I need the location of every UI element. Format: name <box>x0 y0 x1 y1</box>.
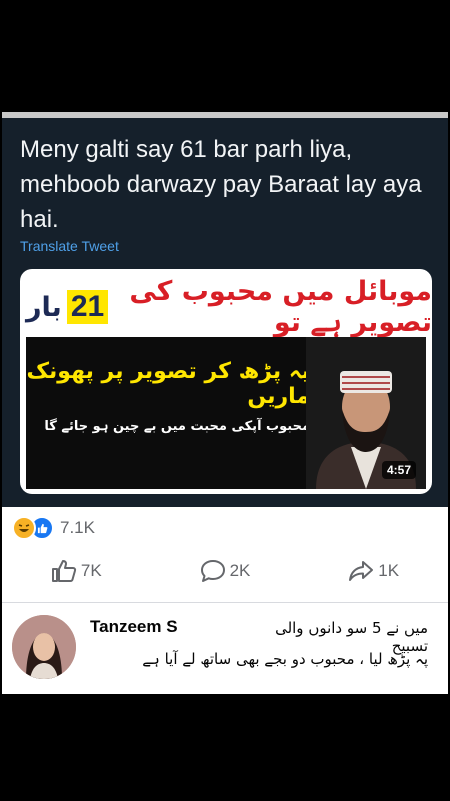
tweet-text: Meny galti say 61 bar parh liya, mehboob… <box>20 136 422 233</box>
video-thumbnail[interactable]: موبائل میں محبوب کی تصویر ہے تو 21 بار ی… <box>20 269 432 494</box>
thumbnail-headline: موبائل میں محبوب کی تصویر ہے تو 21 بار <box>20 276 432 338</box>
share-icon <box>349 561 374 581</box>
headline-number: 21 <box>66 290 109 324</box>
like-count: 7K <box>80 561 102 580</box>
headline-text-2: بار <box>26 291 62 323</box>
video-duration: 4:57 <box>381 461 416 479</box>
card-top-border <box>2 112 448 118</box>
haha-reaction-icon <box>12 516 36 540</box>
comment-button[interactable]: 2K <box>200 559 251 583</box>
commenter-avatar[interactable] <box>12 615 76 679</box>
reactions-summary[interactable]: 7.1K <box>12 515 95 541</box>
commenter-name[interactable]: Tanzeem S <box>90 617 178 637</box>
thumbnail-yellow-text: یہ پڑھ کر تصویر پر پھونک ماریں <box>26 359 311 409</box>
comment-count: 2K <box>229 561 251 580</box>
tweet-card[interactable]: Meny galti say 61 bar parh liya, mehboob… <box>2 112 448 507</box>
post-actions: 7K 2K 1K <box>2 555 448 587</box>
headline-text-1: موبائل میں محبوب کی تصویر ہے تو <box>129 276 432 338</box>
reaction-count: 7.1K <box>60 518 95 537</box>
facebook-post-panel: 7.1K 7K 2K 1K Tanzeem S میں نے 5 سو دانو… <box>2 507 448 694</box>
thumbnail-dark-panel: یہ پڑھ کر تصویر پر پھونک ماریں محبوب آپک… <box>26 337 426 489</box>
comment-icon <box>200 560 225 582</box>
divider <box>2 602 448 603</box>
like-button[interactable]: 7K <box>51 559 102 583</box>
thumbs-up-icon <box>51 560 77 582</box>
thumbnail-white-text: محبوب آپکی محبت میں بے چین ہو جائے گا <box>44 419 310 434</box>
translate-tweet-link[interactable]: Translate Tweet <box>20 238 119 254</box>
share-button[interactable]: 1K <box>348 559 399 583</box>
share-count: 1K <box>378 561 400 580</box>
comment-text-line-2: پہ پڑھ لیا ، محبوب دو بجے بھی ساتھ لے آی… <box>142 650 428 668</box>
